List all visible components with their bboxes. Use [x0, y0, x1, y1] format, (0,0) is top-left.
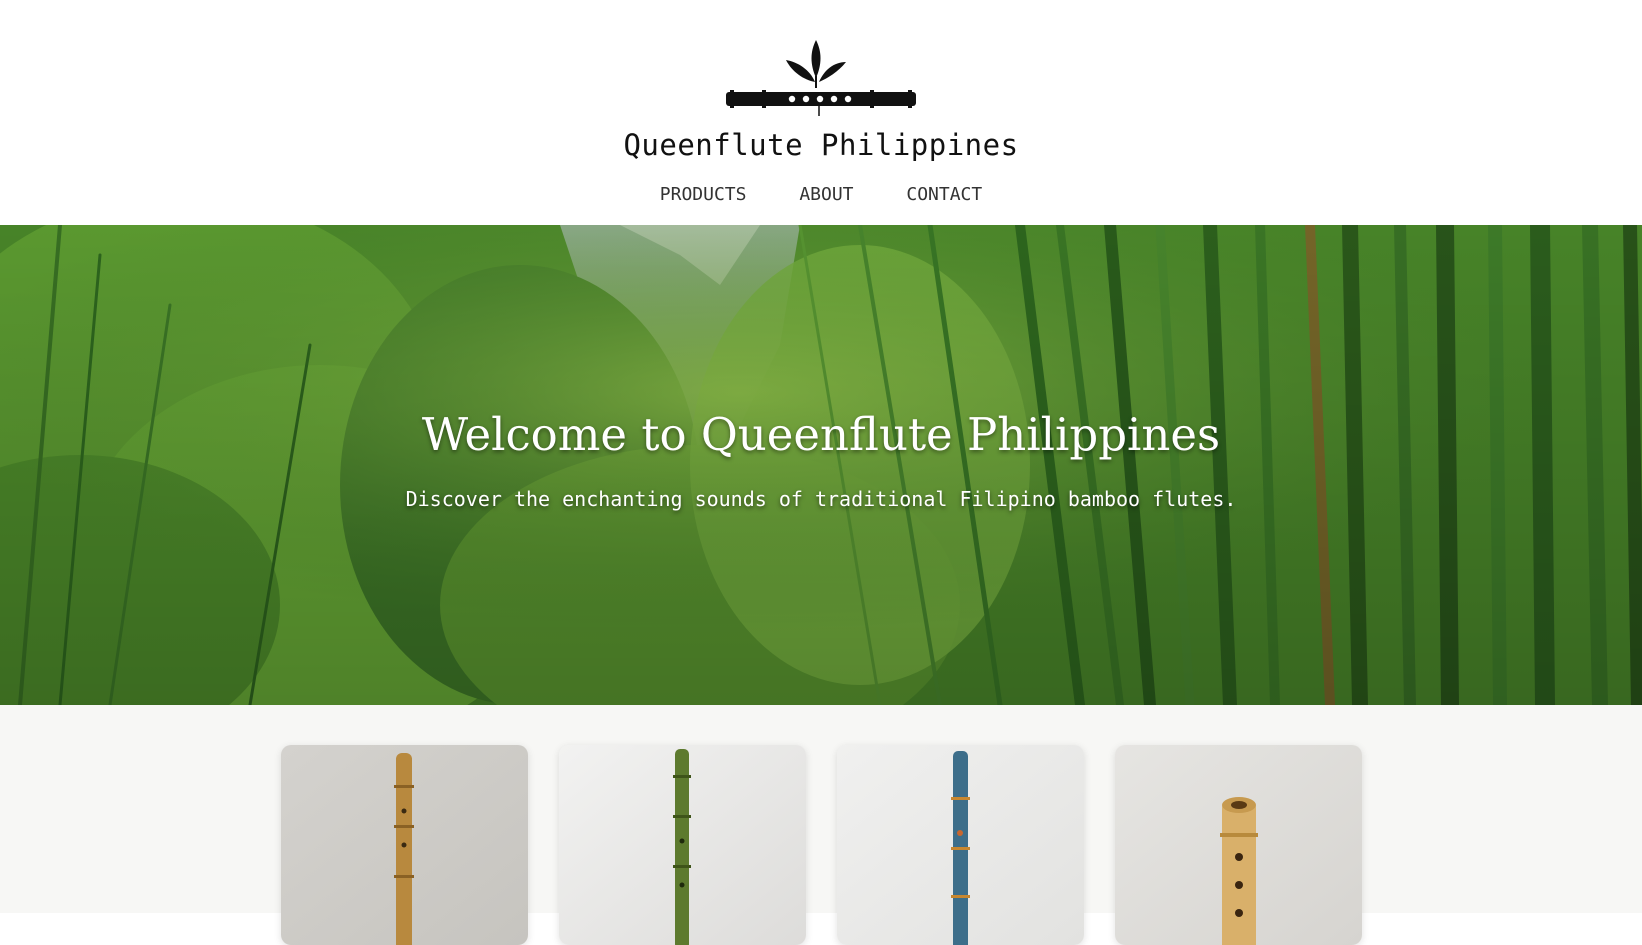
hero-subtitle: Discover the enchanting sounds of tradit… — [405, 487, 1237, 511]
bamboo-flute-logo-icon[interactable] — [722, 38, 920, 118]
product-card-light-flute[interactable] — [1115, 745, 1362, 945]
tan-bamboo-flute-image — [281, 745, 528, 945]
products-section — [0, 705, 1642, 945]
nav-products[interactable]: PRODUCTS — [660, 184, 747, 205]
light-bamboo-flute-image — [1115, 745, 1362, 945]
nav-contact[interactable]: CONTACT — [906, 184, 982, 205]
product-card-blue-flute[interactable] — [837, 745, 1084, 945]
green-bamboo-flute-image — [559, 745, 806, 945]
hero-banner: Welcome to Queenflute Philippines Discov… — [0, 225, 1642, 705]
site-title: Queenflute Philippines — [623, 128, 1019, 162]
site-header: Queenflute Philippines PRODUCTS ABOUT CO… — [0, 0, 1642, 225]
hero-title: Welcome to Queenflute Philippines — [421, 408, 1221, 461]
nav-about[interactable]: ABOUT — [799, 184, 853, 205]
product-card-tan-flute[interactable] — [281, 745, 528, 945]
bamboo-forest-image — [0, 225, 1642, 705]
product-card-green-flute[interactable] — [559, 745, 806, 945]
main-nav: PRODUCTS ABOUT CONTACT — [0, 184, 1642, 205]
blue-bamboo-flute-image — [837, 745, 1084, 945]
